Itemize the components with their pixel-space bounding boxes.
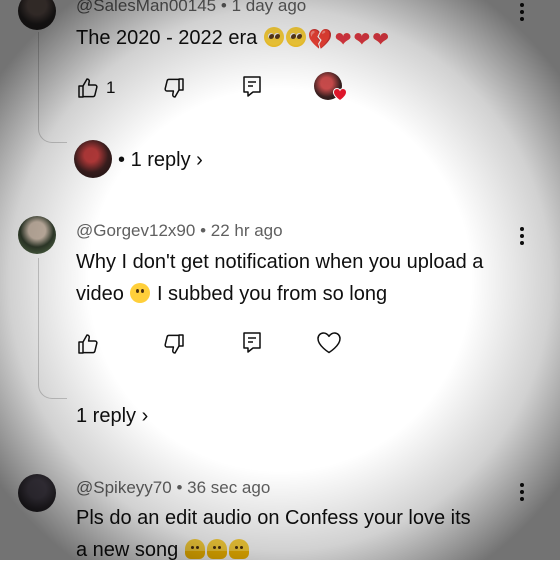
avatar[interactable] [18,216,56,254]
reply-count-label: 1 reply [76,405,137,427]
more-options-icon[interactable] [519,227,525,248]
comment-text-line: Pls do an edit audio on Confess your lov… [76,507,471,529]
comment-handle[interactable]: @Spikeyy70 [76,478,172,497]
reply-button[interactable] [240,330,264,356]
comment-text-content: video [76,283,124,305]
comment-text: Pls do an edit audio on Confess your lov… [76,502,471,566]
like-count: 1 [106,78,116,97]
reply-separator: • [118,149,126,171]
thumbs-up-icon [78,78,98,98]
heart-on-fire-icon: ❤ [334,29,352,51]
more-options-icon[interactable] [519,3,525,24]
thumbs-down-icon [164,78,184,98]
comment-text: The 2020 - 2022 era 💔 ❤ ❤ ❤ [76,22,390,56]
melting-face-icon [228,539,249,559]
comment-meta: @SalesMan00145 • 1 day ago [76,0,306,16]
melting-face-icon [184,539,205,559]
chevron-right-icon: › [141,405,149,427]
heart-button[interactable] [316,331,342,355]
melting-face-icon [206,539,227,559]
meta-separator: • [200,221,207,240]
comment-text-content: I subbed you from so long [156,283,388,305]
thumbs-down-icon [164,334,184,354]
reply-count-label: 1 reply [130,149,191,171]
comment-handle[interactable]: @Gorgev12x90 [76,221,195,240]
chevron-right-icon: › [196,149,203,171]
broken-heart-icon: 💔 [307,29,333,51]
heart-on-fire-icon: ❤ [372,29,390,51]
dislike-button[interactable] [162,76,186,100]
thumbs-up-icon [78,334,98,354]
comment-time[interactable]: 1 day ago [232,0,307,15]
comment-text-content: a new song [76,539,179,561]
heart-outline-icon [317,332,341,354]
thread-line [38,258,67,399]
thread-line [38,32,67,143]
view-replies-link[interactable]: 1 reply › [76,405,148,428]
reply-button[interactable] [240,74,264,100]
view-replies-link[interactable]: • 1 reply › [118,149,203,172]
comment-text-line: Why I don't get notification when you up… [76,251,484,273]
meta-separator: • [220,0,227,15]
comment-text: Why I don't get notification when you up… [76,246,483,310]
pleading-face-icon [285,27,306,47]
like-button[interactable] [76,332,100,356]
worried-face-icon [130,283,151,303]
comment-text-line: video I subbed you from so long [76,278,483,310]
avatar[interactable] [18,474,56,512]
more-options-icon[interactable] [519,483,525,504]
comment-meta: @Spikeyy70 • 36 sec ago [76,478,270,498]
dislike-button[interactable] [162,332,186,356]
comment-text-content: The 2020 - 2022 era [76,27,258,49]
comment-handle[interactable]: @SalesMan00145 [76,0,216,15]
meta-separator: • [176,478,183,497]
comment-time[interactable]: 22 hr ago [211,221,283,240]
comment-meta: @Gorgev12x90 • 22 hr ago [76,221,283,241]
pleading-face-icon [263,27,284,47]
like-button[interactable] [76,76,100,100]
creator-avatar [74,140,112,178]
creator-heart-icon [332,87,348,106]
avatar[interactable] [18,0,56,30]
comment-time[interactable]: 36 sec ago [187,478,270,497]
comment-icon [243,332,261,353]
heart-on-fire-icon: ❤ [353,29,371,51]
comment-text-line: a new song [76,534,471,566]
comment-icon [243,76,261,97]
